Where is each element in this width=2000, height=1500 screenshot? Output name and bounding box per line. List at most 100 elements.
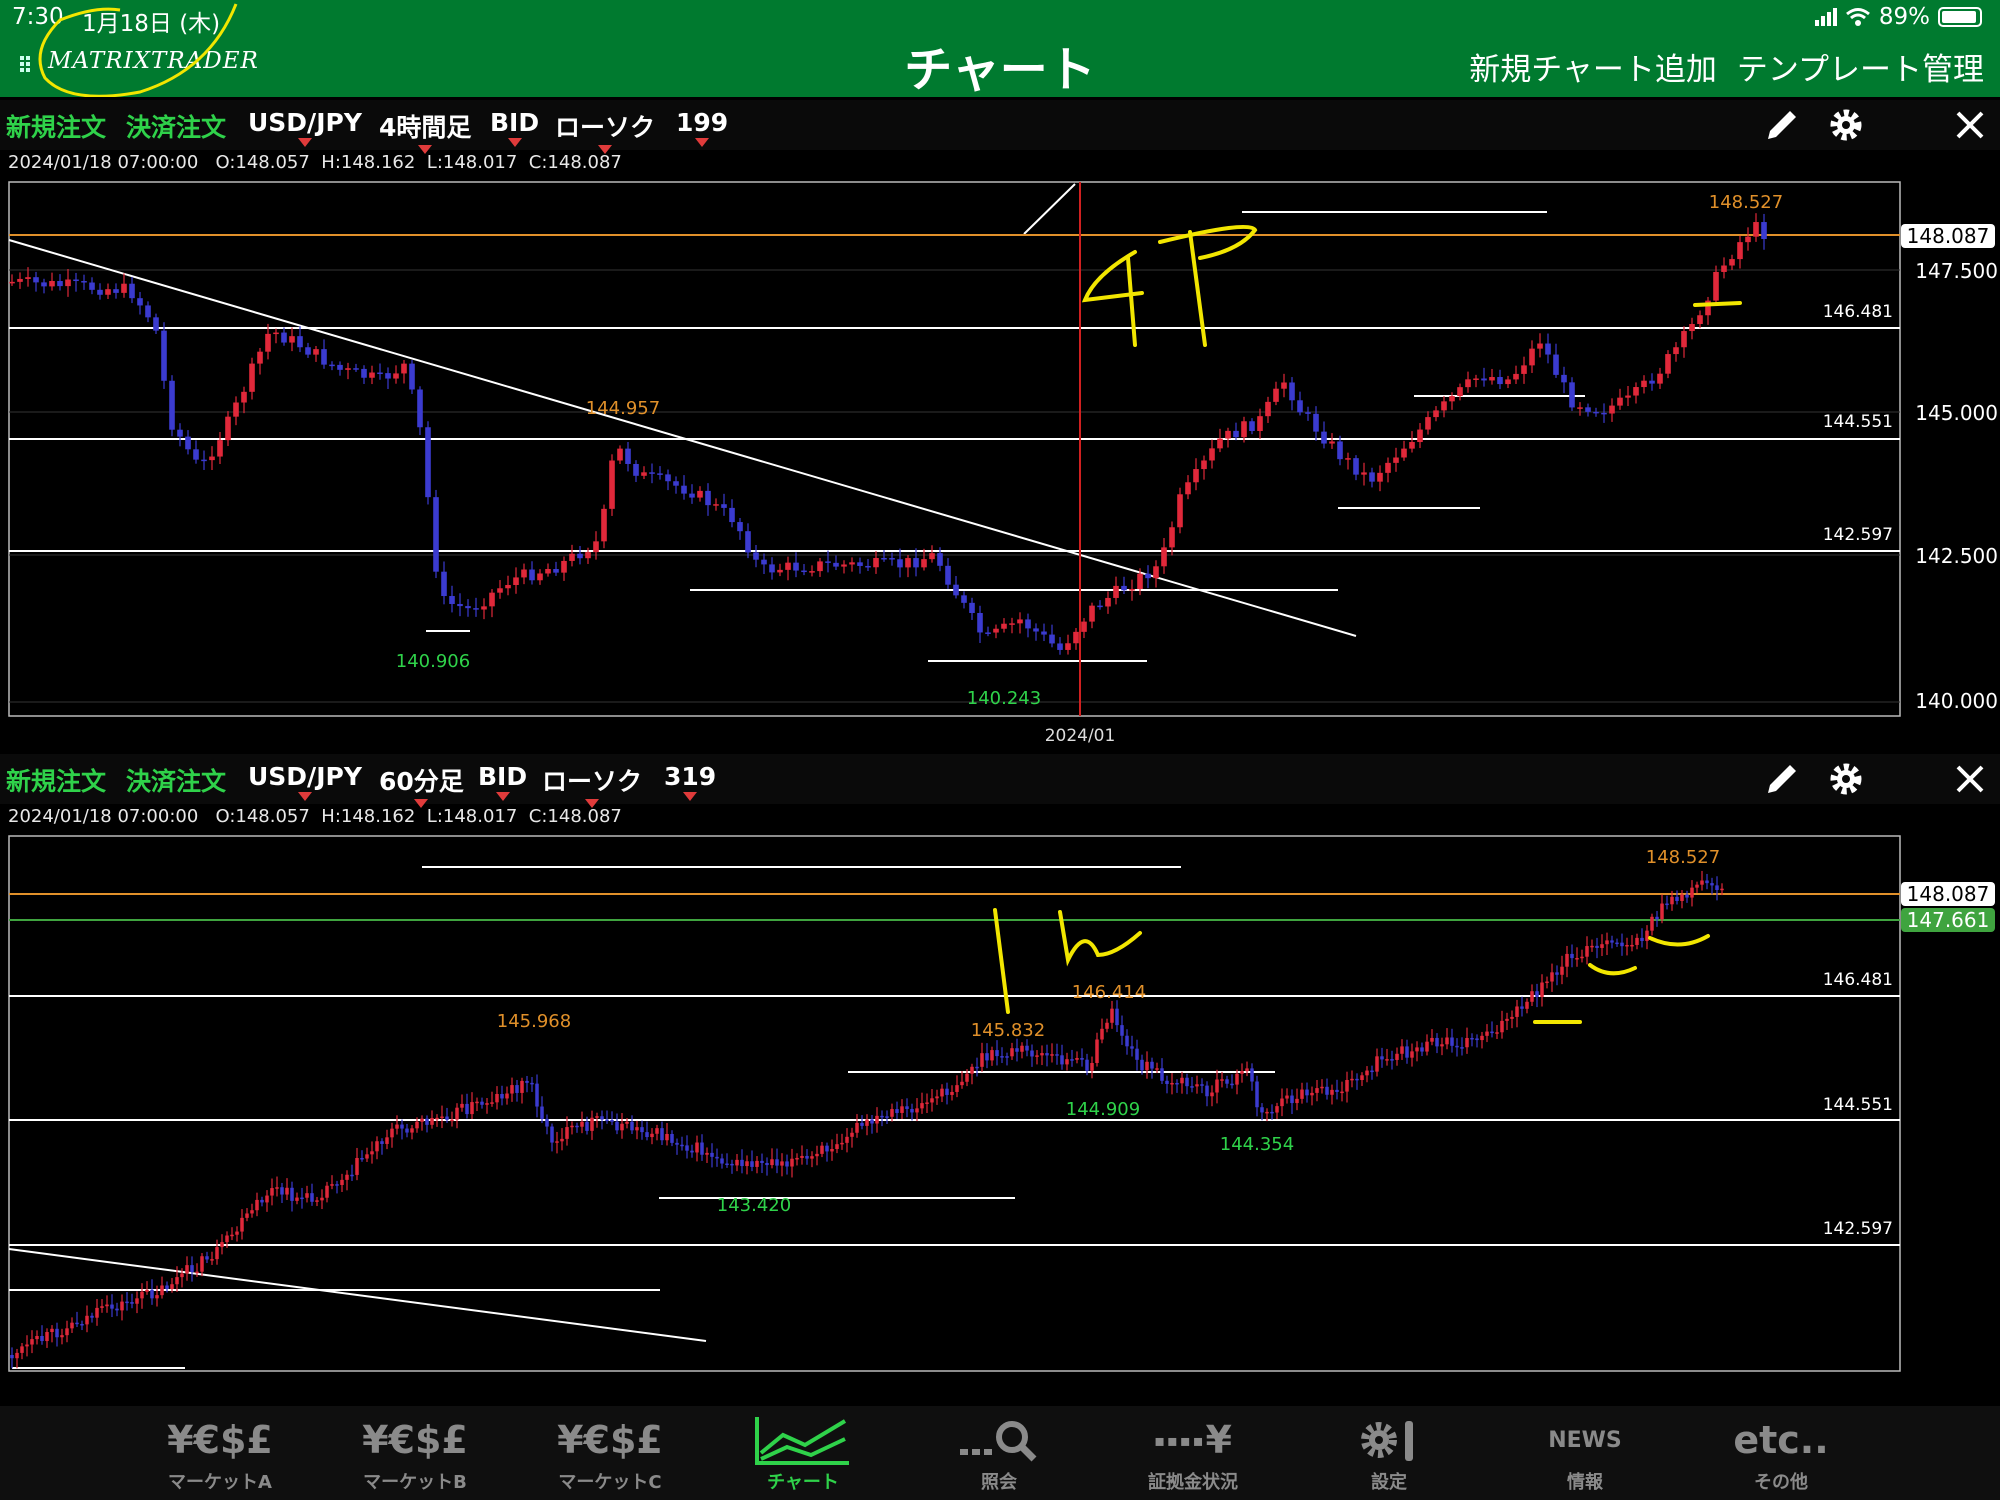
chart2-count-select[interactable]: 319 (664, 762, 716, 801)
candle-body (120, 1301, 124, 1311)
candle-body (340, 1179, 344, 1185)
candle-body (665, 1133, 669, 1141)
candle-body (401, 363, 407, 374)
level-label: 144.551 (1823, 412, 1893, 432)
chart1-canvas[interactable]: 147.500 145.000 142.500 140.000 148.087 … (0, 176, 2000, 748)
chart1-count-select[interactable]: 199 (676, 108, 728, 147)
candle-body (1001, 623, 1007, 629)
chart2-canvas[interactable]: 148.087 147.661 146.481 144.551 142.597 … (0, 830, 2000, 1402)
tab-margin-status[interactable]: ▪▪▪▪ ¥ 証拠金状況 (1118, 1412, 1268, 1494)
tab-more[interactable]: etc.. その他 (1706, 1412, 1856, 1494)
candle-body (41, 282, 47, 287)
tab-chart[interactable]: チャート (728, 1412, 878, 1494)
chart2-chart-type-label: ローソク (542, 767, 643, 796)
chart1-new-order-button[interactable]: 新規注文 (6, 108, 106, 144)
candle-body (105, 1304, 109, 1307)
candle-body (937, 553, 943, 566)
candle-body (1085, 1059, 1089, 1071)
candle-body (1017, 619, 1023, 624)
candle-body (177, 429, 183, 437)
candle-body (1561, 374, 1567, 383)
candle-body (1550, 972, 1554, 982)
candle-body (1337, 441, 1343, 460)
candle-body (200, 1256, 204, 1272)
pencil-icon[interactable] (1762, 105, 1802, 145)
chart2-close-order-button[interactable]: 決済注文 (126, 762, 226, 798)
candle-body (600, 1116, 604, 1120)
tab-market-c[interactable]: ¥€$£ マーケットC (535, 1412, 685, 1494)
candle-body (289, 336, 295, 343)
candle-body (1713, 271, 1719, 301)
candle-body (729, 507, 735, 523)
candle-body (1153, 566, 1159, 579)
candle-body (400, 1124, 404, 1129)
gear-icon[interactable] (1826, 759, 1866, 799)
add-chart-button[interactable]: 新規チャート追加 (1469, 44, 1717, 89)
candle-body (417, 389, 423, 428)
tab-market-a[interactable]: ¥€$£ マーケットA (145, 1412, 295, 1494)
candle-body (1235, 1073, 1239, 1085)
candle-body (225, 416, 231, 441)
candle-body (385, 373, 391, 379)
candle-body (1745, 236, 1751, 243)
candle-body (1605, 940, 1609, 945)
chart2-pair-select[interactable]: USD/JPY (248, 762, 362, 801)
tab-inquiry[interactable]: 照会 (924, 1412, 1074, 1494)
bottom-tab-bar: ¥€$£ マーケットA ¥€$£ マーケットB ¥€$£ マーケットC チャート… (0, 1406, 2000, 1500)
candle-body (1665, 354, 1671, 374)
candle-body (1115, 1008, 1119, 1026)
candle-body (1513, 373, 1519, 380)
candle-body (1353, 458, 1359, 475)
close-icon[interactable] (1950, 105, 1990, 145)
level-label: 142.597 (1823, 1219, 1893, 1239)
candle-body (1665, 903, 1669, 906)
chart1-close-order-button[interactable]: 決済注文 (126, 108, 226, 144)
candle-body (185, 436, 191, 450)
close-icon[interactable] (1950, 759, 1990, 799)
candle-body (290, 1187, 294, 1201)
candle-body (825, 1145, 829, 1152)
candle-body (761, 559, 767, 565)
candle-body (65, 1328, 69, 1336)
candle-body (625, 448, 631, 464)
candle-body (977, 612, 983, 633)
candle-body (353, 368, 359, 370)
candle-body (873, 558, 879, 568)
candle-body (1670, 896, 1674, 905)
candle-body (685, 1145, 689, 1151)
candle-body (910, 1108, 914, 1113)
candle-body (180, 1273, 184, 1278)
chart2-new-order-button[interactable]: 新規注文 (6, 762, 106, 798)
candle-body (590, 1117, 594, 1131)
chart2-chart-type-select[interactable]: ローソク (542, 762, 643, 808)
chart2-timeframe-select[interactable]: 60分足 (379, 762, 464, 808)
y-axis-label: 140.000 (1915, 689, 1998, 713)
candle-body (569, 553, 575, 561)
candle-body (337, 364, 343, 370)
candle-body (1450, 1037, 1454, 1046)
template-manage-button[interactable]: テンプレート管理 (1737, 44, 1984, 89)
tab-news[interactable]: NEWS 情報 (1510, 1412, 1660, 1494)
candle-body (1700, 880, 1704, 885)
candle-body (1650, 916, 1654, 931)
tab-market-b[interactable]: ¥€$£ マーケットB (340, 1412, 490, 1494)
level-label: 146.481 (1823, 970, 1893, 990)
candle-body (1135, 1048, 1139, 1060)
candle-body (705, 490, 711, 506)
chart2-price-type-select[interactable]: BID (478, 762, 527, 801)
chart1-timeframe-select[interactable]: 4時間足 (379, 108, 471, 154)
pencil-icon[interactable] (1762, 759, 1802, 799)
gear-icon[interactable] (1826, 105, 1866, 145)
chart1-chart-type-select[interactable]: ローソク (555, 108, 655, 154)
candle-body (1485, 1031, 1489, 1036)
candle-body (485, 1103, 489, 1105)
candle-body (345, 1174, 349, 1180)
candle-body (1441, 401, 1447, 411)
tab-settings[interactable]: 設定 (1314, 1412, 1464, 1494)
chart1-price-type-select[interactable]: BID (490, 108, 539, 147)
candle-body (233, 402, 239, 417)
candle-body (950, 1091, 954, 1095)
candle-body (510, 1085, 514, 1094)
candle-body (205, 1256, 209, 1260)
chart1-pair-select[interactable]: USD/JPY (248, 108, 362, 147)
